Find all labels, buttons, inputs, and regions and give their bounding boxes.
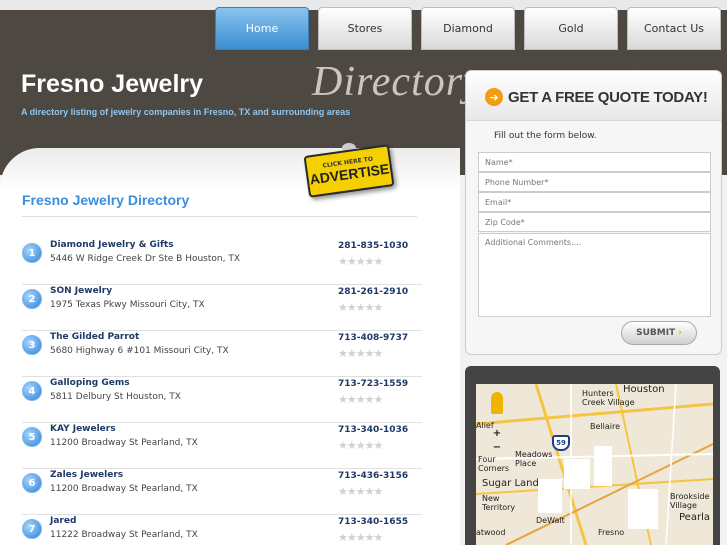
map-label-sugar-land: Sugar Land (482, 478, 539, 489)
business-name-link[interactable]: Jared (50, 516, 76, 526)
highway-shield-icon: 59 (552, 435, 570, 451)
map-tile-gap (564, 459, 590, 489)
map-label-hunters: Hunters Creek Village (582, 389, 635, 407)
quote-title: GET A FREE QUOTE TODAY! (508, 89, 708, 106)
map-tile-gap (594, 446, 612, 486)
business-address: 5446 W Ridge Creek Dr Ste B Houston, TX (50, 254, 240, 264)
nav-tab-home[interactable]: Home (215, 7, 309, 50)
map-tile-gap (538, 479, 562, 513)
list-item[interactable]: 5 KAY Jewelers 11200 Broadway St Pearland,… (22, 423, 422, 469)
business-name-link[interactable]: KAY Jewelers (50, 424, 116, 434)
nav-tab-gold[interactable]: Gold (524, 7, 618, 50)
business-name-link[interactable]: Galloping Gems (50, 378, 130, 388)
business-phone: 281-835-1030 (338, 241, 409, 251)
map-label-fresno: Fresno (598, 528, 625, 537)
list-item[interactable]: 2 SON Jewelry 1975 Texas Pkwy Missouri Cit… (22, 285, 422, 331)
submit-button[interactable]: SUBMIT › (621, 321, 697, 345)
nav-tab-diamond[interactable]: Diamond (421, 7, 515, 50)
phone-field[interactable] (478, 172, 711, 192)
business-phone: 713-436-3156 (338, 471, 409, 481)
quote-header: ➔ GET A FREE QUOTE TODAY! (466, 71, 721, 121)
business-phone: 281-261-2910 (338, 287, 409, 297)
quote-intro: Fill out the form below. (494, 131, 597, 141)
map-label-new-territory: New Territory (482, 494, 516, 512)
business-address: 1975 Texas Pkwy Missouri City, TX (50, 300, 205, 310)
directory-script-logo: Directory (312, 59, 483, 105)
list-item[interactable]: 6 Zales Jewelers 11200 Broadway St Pearlan… (22, 469, 422, 515)
business-address: 11200 Broadway St Pearland, TX (50, 438, 198, 448)
number-badge: 7 (22, 519, 42, 539)
map-label-brookside: Brookside Village (670, 492, 710, 510)
number-badge: 5 (22, 427, 42, 447)
comments-field[interactable] (478, 233, 711, 317)
number-badge: 1 (22, 243, 42, 263)
heading-divider (22, 216, 417, 217)
number-badge: 4 (22, 381, 42, 401)
business-address: 5680 Highway 6 #101 Missouri City, TX (50, 346, 229, 356)
map-canvas[interactable]: + − 59 Houston Hunters Creek Village Ali… (476, 384, 713, 545)
site-tagline: A directory listing of jewelry companies… (21, 107, 351, 117)
business-phone: 713-723-1559 (338, 379, 409, 389)
map-label-four-corners: Four Corners (478, 455, 510, 473)
zoom-out-icon[interactable]: − (490, 442, 504, 454)
map-label-meadows: Meadows Place (515, 450, 553, 468)
rating-stars-icon[interactable]: ★★★★★ (338, 347, 383, 360)
map-label-bellaire: Bellaire (590, 422, 621, 431)
submit-label: SUBMIT (636, 328, 676, 338)
rating-stars-icon[interactable]: ★★★★★ (338, 255, 383, 268)
zip-field[interactable] (478, 212, 711, 232)
business-address: 11200 Broadway St Pearland, TX (50, 484, 198, 494)
map-label-alief: Alief (476, 421, 494, 430)
list-item[interactable]: 3 The Gilded Parrot 5680 Highway 6 #101 Mi… (22, 331, 422, 377)
business-name-link[interactable]: Diamond Jewelry & Gifts (50, 240, 174, 250)
business-name-link[interactable]: Zales Jewelers (50, 470, 123, 480)
site-title[interactable]: Fresno Jewelry (21, 70, 203, 99)
rating-stars-icon[interactable]: ★★★★★ (338, 485, 383, 498)
map-label-atwood: atwood (476, 528, 506, 537)
list-item[interactable]: 1 Diamond Jewelry & Gifts 5446 W Ridge Cre… (22, 239, 422, 285)
rating-stars-icon[interactable]: ★★★★★ (338, 301, 383, 314)
pegman-icon[interactable] (491, 392, 503, 414)
rating-stars-icon[interactable]: ★★★★★ (338, 393, 383, 406)
nav-tab-stores[interactable]: Stores (318, 7, 412, 50)
rating-stars-icon[interactable]: ★★★★★ (338, 439, 383, 452)
list-item[interactable]: 4 Galloping Gems 5811 Delbury St Houston, … (22, 377, 422, 423)
number-badge: 2 (22, 289, 42, 309)
name-field[interactable] (478, 152, 711, 172)
map-label-pearland: Pearla (679, 512, 710, 523)
business-phone: 713-340-1655 (338, 517, 409, 527)
number-badge: 6 (22, 473, 42, 493)
map-label-dewalt: DeWalt (536, 516, 565, 525)
nav-tab-contact[interactable]: Contact Us (627, 7, 721, 50)
business-phone: 713-340-1036 (338, 425, 409, 435)
rating-stars-icon[interactable]: ★★★★★ (338, 531, 383, 544)
business-name-link[interactable]: SON Jewelry (50, 286, 112, 296)
business-phone: 713-408-9737 (338, 333, 409, 343)
chevron-right-icon: › (678, 328, 682, 338)
email-field[interactable] (478, 192, 711, 212)
business-address: 11222 Broadway St Pearland, TX (50, 530, 198, 540)
arrow-right-icon: ➔ (485, 88, 503, 106)
number-badge: 3 (22, 335, 42, 355)
map-tile-gap (628, 489, 658, 529)
list-item[interactable]: 7 Jared 11222 Broadway St Pearland, TX 713-… (22, 515, 422, 545)
business-address: 5811 Delbury St Houston, TX (50, 392, 181, 402)
business-name-link[interactable]: The Gilded Parrot (50, 332, 139, 342)
quote-form-panel: ➔ GET A FREE QUOTE TODAY! Fill out the f… (465, 70, 722, 355)
directory-heading: Fresno Jewelry Directory (22, 192, 190, 208)
map-widget: + − 59 Houston Hunters Creek Village Ali… (465, 366, 720, 545)
